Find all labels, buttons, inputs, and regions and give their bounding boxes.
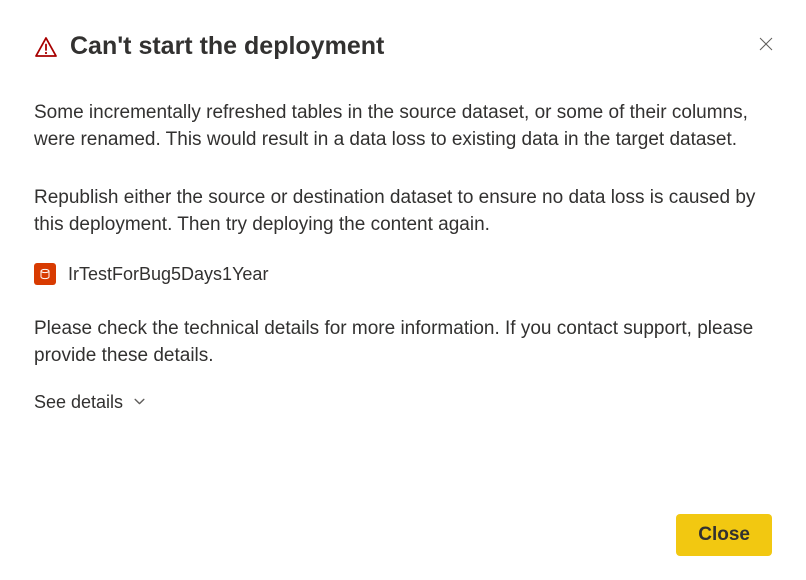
warning-icon bbox=[34, 33, 58, 59]
close-icon-button[interactable] bbox=[754, 32, 778, 59]
dataset-icon bbox=[34, 263, 56, 285]
dialog-footer: Close bbox=[34, 514, 772, 556]
error-dialog: Can't start the deployment Some incremen… bbox=[0, 0, 806, 580]
dialog-body: Some incrementally refreshed tables in t… bbox=[34, 99, 772, 497]
message-paragraph-2: Republish either the source or destinati… bbox=[34, 184, 772, 239]
see-details-label: See details bbox=[34, 392, 123, 413]
close-button[interactable]: Close bbox=[676, 514, 772, 556]
message-paragraph-1: Some incrementally refreshed tables in t… bbox=[34, 99, 772, 154]
message-paragraph-3: Please check the technical details for m… bbox=[34, 315, 772, 370]
chevron-down-icon bbox=[133, 392, 146, 413]
dataset-name: IrTestForBug5Days1Year bbox=[68, 261, 268, 287]
see-details-toggle[interactable]: See details bbox=[34, 388, 146, 417]
dialog-header: Can't start the deployment bbox=[34, 30, 772, 63]
dataset-reference: IrTestForBug5Days1Year bbox=[34, 261, 772, 287]
dialog-title: Can't start the deployment bbox=[70, 30, 384, 63]
close-icon bbox=[758, 36, 774, 55]
